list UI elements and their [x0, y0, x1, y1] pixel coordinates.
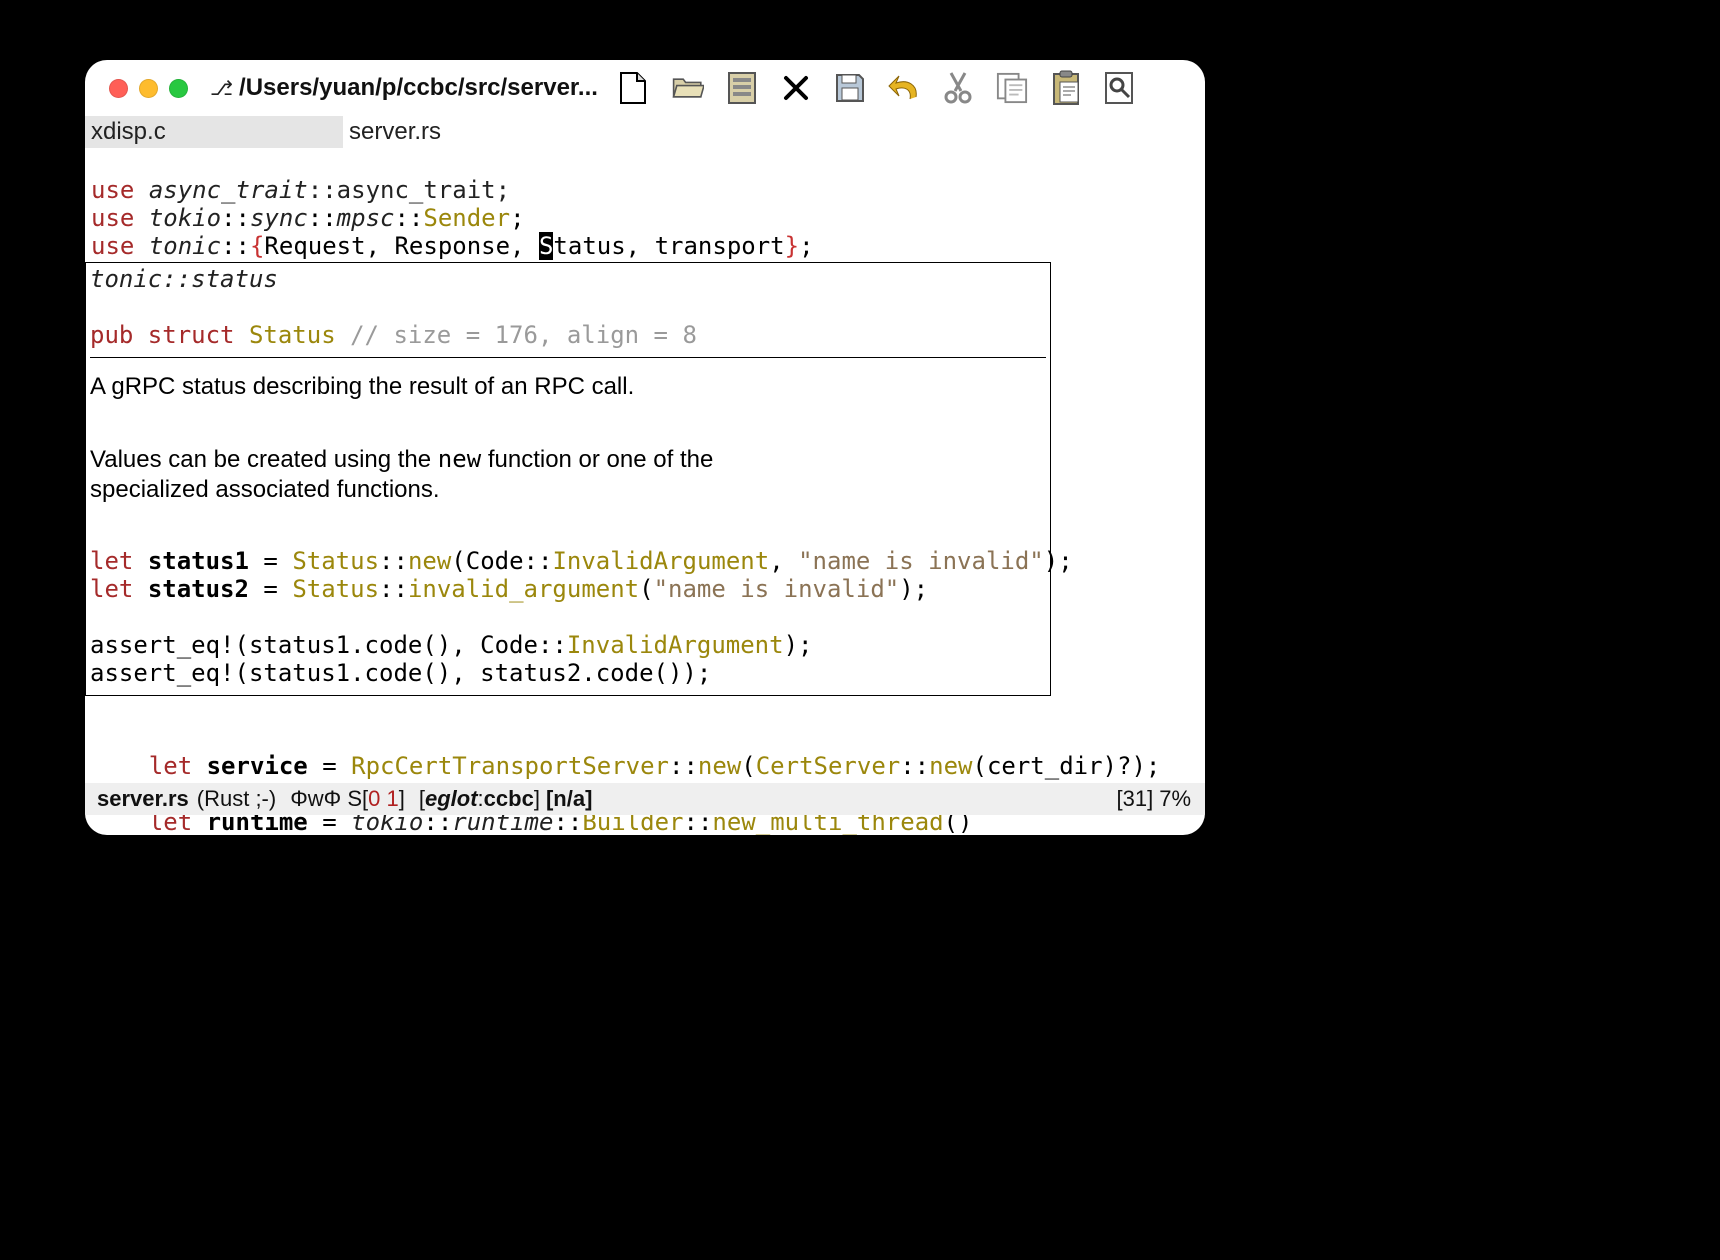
fn: new: [698, 752, 741, 780]
toolbar: [618, 72, 1136, 104]
keyword: use: [91, 232, 134, 260]
string: "name is invalid": [654, 575, 900, 603]
fn: new: [929, 752, 972, 780]
var: service: [207, 752, 308, 780]
punct: ;: [799, 232, 813, 260]
enum: InvalidArgument: [552, 547, 769, 575]
window-title: /Users/yuan/p/ccbc/src/server...: [239, 74, 598, 102]
path: Code::: [480, 631, 567, 659]
paste-button[interactable]: [1050, 72, 1082, 104]
macro: assert_eq!: [90, 631, 235, 659]
brace: }: [785, 232, 799, 260]
punct: );: [1044, 547, 1073, 575]
var: status1: [148, 547, 249, 575]
mode-line: server.rs (Rust ;-) ΦwΦ S[0 1] [eglot:cc…: [85, 783, 1205, 815]
var: status2: [148, 575, 249, 603]
new-file-button[interactable]: [618, 72, 650, 104]
modeline-file: server.rs: [97, 786, 189, 812]
code: new: [438, 445, 481, 473]
type: Status: [292, 575, 379, 603]
punct: );: [899, 575, 928, 603]
module: tonic: [149, 232, 221, 260]
punct: =: [249, 547, 292, 575]
keyword: use: [91, 204, 134, 232]
idents: , transport: [626, 232, 785, 260]
tab-server[interactable]: server.rs: [343, 116, 601, 148]
type: Status: [249, 321, 336, 349]
modeline-line: [31]: [1116, 786, 1153, 812]
type: CertServer: [756, 752, 901, 780]
module: async_trait: [149, 176, 308, 204]
keyword: pub struct: [90, 321, 235, 349]
hover-path: tonic::status: [90, 265, 278, 293]
modeline-mode: (Rust ;-): [197, 786, 276, 812]
keyword: let: [149, 752, 192, 780]
editor-window: ⎇ /Users/yuan/p/ccbc/src/server...: [85, 60, 1205, 835]
open-button[interactable]: [672, 72, 704, 104]
cut-button[interactable]: [942, 72, 974, 104]
comment: // size = 176, align = 8: [350, 321, 697, 349]
punct: ::async_trait;: [308, 176, 510, 204]
module: tokio: [149, 204, 221, 232]
enum: InvalidArgument: [567, 631, 784, 659]
idents: Request, Response,: [264, 232, 539, 260]
keyword: let: [90, 575, 133, 603]
modeline-flycheck: ΦwΦ S[0 1]: [290, 786, 405, 812]
close-button[interactable]: [109, 79, 128, 98]
cursor: S: [539, 232, 553, 260]
keyword: use: [91, 176, 134, 204]
titlebar: ⎇ /Users/yuan/p/ccbc/src/server...: [85, 60, 1205, 116]
ident: tatus: [553, 232, 625, 260]
brace: {: [250, 232, 264, 260]
dired-button[interactable]: [726, 72, 758, 104]
text: A gRPC status describing the result of a…: [90, 373, 634, 400]
separator: [90, 357, 1046, 358]
fn: new: [408, 547, 451, 575]
undo-button[interactable]: [888, 72, 920, 104]
kill-buffer-button[interactable]: [780, 72, 812, 104]
tab-bar: xdisp.c server.rs: [85, 116, 1205, 148]
search-button[interactable]: [1104, 72, 1136, 104]
hover-documentation: tonic::status pub struct Status // size …: [85, 262, 1051, 696]
traffic-lights: [99, 79, 188, 98]
copy-button[interactable]: [996, 72, 1028, 104]
modeline-na: [n/a]: [546, 786, 592, 812]
hover-description: A gRPC status describing the result of a…: [90, 372, 1046, 402]
code-area[interactable]: use async_trait::async_trait; use tokio:…: [85, 148, 1205, 835]
tab-label: xdisp.c: [91, 118, 166, 145]
module: mpsc: [337, 204, 395, 232]
path: Code::: [466, 547, 553, 575]
macro: assert_eq!: [90, 659, 235, 687]
tab-xdisp[interactable]: xdisp.c: [85, 116, 343, 148]
modeline-percent: 7%: [1159, 786, 1191, 812]
minimize-button[interactable]: [139, 79, 158, 98]
type: RpcCertTransportServer: [351, 752, 669, 780]
punct: ;: [510, 204, 524, 232]
punct: ,: [769, 547, 798, 575]
module: sync: [250, 204, 308, 232]
hover-description: Values can be created using the new func…: [90, 444, 770, 505]
punct: =: [249, 575, 292, 603]
type: Sender: [423, 204, 510, 232]
tab-label: server.rs: [349, 118, 441, 145]
expr: status1.code: [249, 631, 422, 659]
save-button[interactable]: [834, 72, 866, 104]
expr: status1.code: [249, 659, 422, 687]
punct: ?: [1117, 752, 1131, 780]
vc-branch-icon: ⎇: [210, 76, 233, 101]
string: "name is invalid": [798, 547, 1044, 575]
expr: status2.code: [480, 659, 653, 687]
modeline-eglot: [eglot:ccbc]: [419, 786, 540, 812]
text: Values can be created using the: [90, 446, 438, 473]
zoom-button[interactable]: [169, 79, 188, 98]
type: Status: [292, 547, 379, 575]
keyword: let: [90, 547, 133, 575]
var: cert_dir: [987, 752, 1103, 780]
fn: invalid_argument: [408, 575, 639, 603]
